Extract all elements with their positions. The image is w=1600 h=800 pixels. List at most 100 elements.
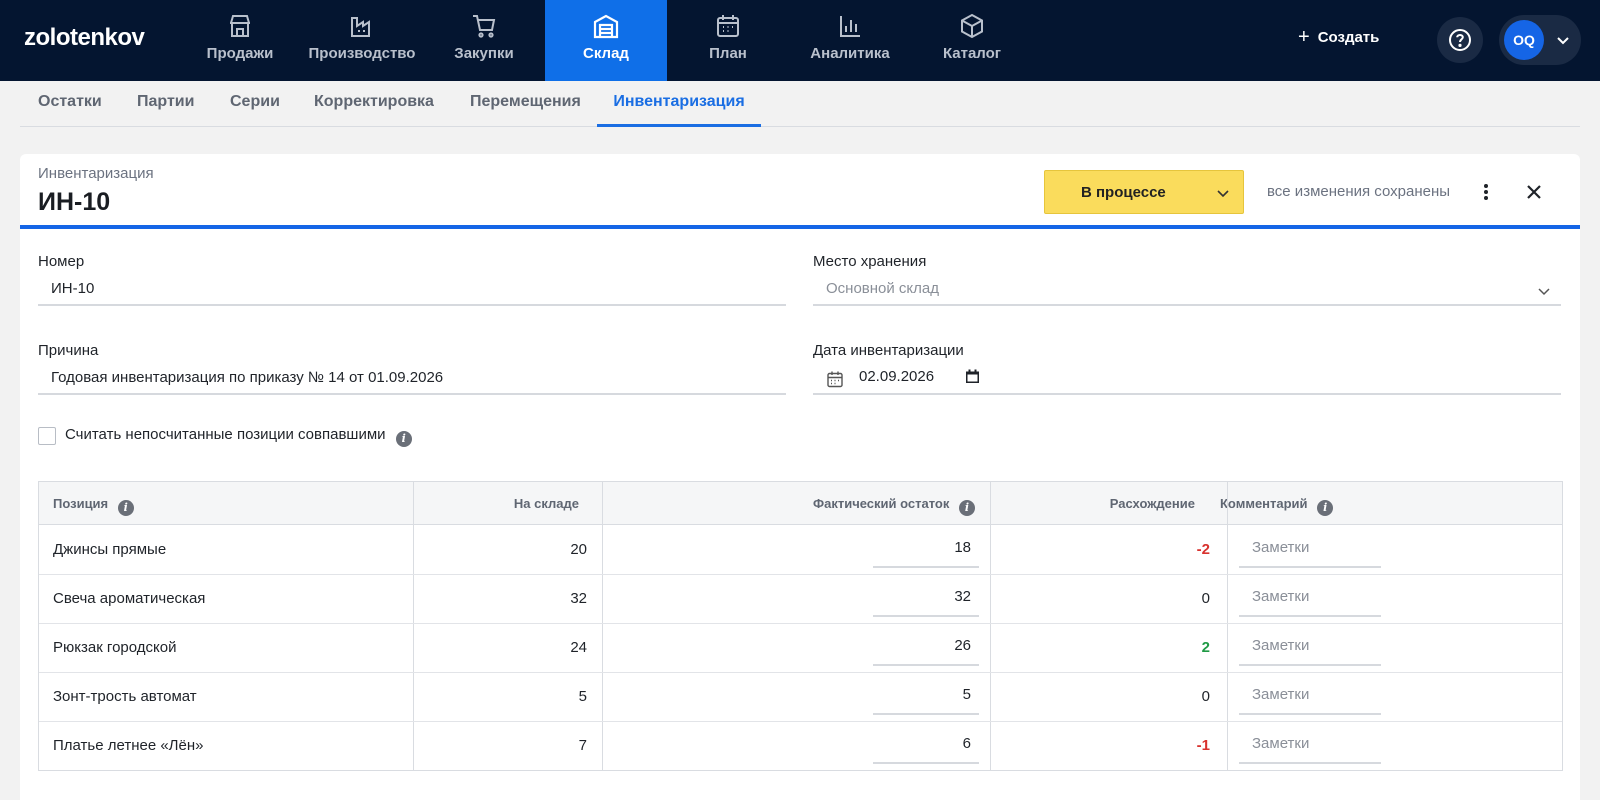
row-in-stock: 32 (570, 590, 587, 607)
calendar-picker-icon[interactable] (965, 369, 980, 384)
nav-label: Каталог (942, 45, 1002, 62)
table-row: Зонт-трость автомат 5 5 0 Заметки (39, 673, 1562, 722)
nav-label: Склад (583, 45, 629, 62)
row-diff: -2 (1196, 541, 1210, 558)
box-icon (961, 13, 983, 39)
col-comment-label: Комментарий (1220, 496, 1308, 511)
nav-item-sales[interactable]: Продажи (179, 0, 301, 81)
date-value: 02.09.2026 (859, 368, 935, 385)
nav-item-production[interactable]: Производство (301, 0, 423, 81)
plus-icon: + (1298, 26, 1310, 48)
tab-ostatki[interactable]: Остатки (38, 81, 102, 127)
tab-transfers[interactable]: Перемещения (470, 81, 581, 127)
actual-qty-input[interactable]: 18 (873, 532, 979, 568)
warehouse-icon (593, 14, 619, 39)
tab-partii[interactable]: Партии (137, 81, 194, 127)
count-unmatched-checkbox[interactable] (38, 427, 56, 445)
col-actual: Фактический остаток i (595, 482, 975, 525)
table-header: Позиция i На складе Фактический остаток … (39, 482, 1562, 525)
row-diff: -1 (1196, 737, 1210, 754)
actual-qty-input[interactable]: 5 (873, 679, 979, 715)
row-position: Свеча ароматическая (53, 590, 206, 607)
row-position: Платье летнее «Лён» (53, 737, 204, 754)
close-button[interactable] (1520, 178, 1548, 206)
warehouse-subtabs: Остатки Партии Серии Корректировка Перем… (20, 81, 1580, 127)
page-title: ИН-10 (38, 188, 111, 216)
col-diff: Расхождение (1109, 496, 1195, 511)
create-button[interactable]: + Создать (1298, 27, 1379, 47)
more-options-button[interactable] (1476, 178, 1496, 206)
nav-item-analytics[interactable]: Аналитика (789, 0, 911, 81)
row-in-stock: 7 (578, 737, 587, 754)
nav-item-catalog[interactable]: Каталог (911, 0, 1033, 81)
save-status: все изменения сохранены (1267, 183, 1451, 200)
comment-input[interactable]: Заметки (1239, 532, 1381, 568)
chevron-down-icon (1538, 288, 1550, 296)
chevron-down-icon (1557, 37, 1569, 45)
comment-input[interactable]: Заметки (1239, 630, 1381, 666)
number-label: Номер (38, 253, 85, 270)
calendar-icon (827, 371, 843, 388)
checkbox-label-wrap: Считать непосчитанные позиции совпавшими… (65, 426, 412, 447)
row-diff: 0 (1201, 688, 1210, 705)
status-dropdown[interactable]: В процессе (1044, 170, 1244, 214)
table-row: Платье летнее «Лён» 7 6 -1 Заметки (39, 722, 1562, 771)
row-in-stock: 20 (570, 541, 587, 558)
store-icon (230, 15, 250, 37)
table-row: Свеча ароматическая 32 32 0 Заметки (39, 575, 1562, 624)
table-row: Джинсы прямые 20 18 -2 Заметки (39, 526, 1562, 575)
col-comment: Комментарий i (1220, 482, 1334, 525)
nav-item-warehouse[interactable]: Склад (545, 0, 667, 81)
storage-label: Место хранения (813, 253, 927, 270)
nav-item-purchases[interactable]: Закупки (423, 0, 545, 81)
help-button[interactable] (1437, 17, 1483, 63)
nav-label: Продажи (206, 45, 274, 62)
header-divider (20, 225, 1580, 229)
nav-label: Производство (308, 45, 416, 62)
checkbox-label: Считать непосчитанные позиции совпавшими (65, 426, 386, 443)
col-position-label: Позиция (53, 496, 109, 511)
top-navbar: zolotenkov Продажи Производство Закупки … (0, 0, 1600, 81)
brand-logo[interactable]: zolotenkov (24, 24, 145, 52)
info-icon[interactable]: i (395, 430, 412, 447)
status-label: В процессе (1081, 184, 1166, 201)
comment-input[interactable]: Заметки (1239, 581, 1381, 617)
info-icon[interactable]: i (1317, 499, 1334, 516)
tab-correction[interactable]: Корректировка (314, 81, 434, 127)
nav-label: Закупки (454, 45, 514, 62)
reason-label: Причина (38, 342, 99, 359)
cart-icon (473, 15, 496, 38)
row-position: Зонт-трость автомат (53, 688, 197, 705)
date-field[interactable]: 02.09.2026 (813, 361, 1561, 395)
number-field[interactable]: ИН-10 (38, 272, 786, 306)
actual-qty-input[interactable]: 32 (873, 581, 979, 617)
reason-field[interactable]: Годовая инвентаризация по приказу № 14 о… (38, 361, 786, 395)
nav-label: План (709, 45, 747, 62)
bar-chart-icon (840, 16, 860, 37)
nav-label: Аналитика (810, 45, 890, 62)
tab-inventory[interactable]: Инвентаризация (597, 81, 761, 127)
row-position: Рюкзак городской (53, 639, 177, 656)
chevron-down-icon (1217, 190, 1229, 198)
row-diff: 0 (1201, 590, 1210, 607)
actual-qty-input[interactable]: 26 (873, 630, 979, 666)
storage-select[interactable]: Основной склад (813, 272, 1561, 306)
row-diff: 2 (1201, 639, 1210, 656)
factory-icon (351, 17, 370, 37)
date-label: Дата инвентаризации (813, 342, 964, 359)
col-actual-label: Фактический остаток (813, 496, 950, 511)
col-position: Позиция i (53, 482, 134, 525)
table-row: Рюкзак городской 24 26 2 Заметки (39, 624, 1562, 673)
actual-qty-input[interactable]: 6 (873, 728, 979, 764)
tab-serii[interactable]: Серии (230, 81, 280, 127)
info-icon[interactable]: i (959, 499, 975, 516)
info-icon[interactable]: i (117, 499, 134, 516)
nav-item-plan[interactable]: План (667, 0, 789, 81)
row-position: Джинсы прямые (53, 541, 167, 558)
comment-input[interactable]: Заметки (1239, 728, 1381, 764)
inventory-table: Позиция i На складе Фактический остаток … (38, 481, 1563, 771)
user-menu[interactable]: OQ (1499, 15, 1581, 65)
calendar-icon (717, 15, 739, 37)
comment-input[interactable]: Заметки (1239, 679, 1381, 715)
close-icon (1527, 185, 1541, 199)
